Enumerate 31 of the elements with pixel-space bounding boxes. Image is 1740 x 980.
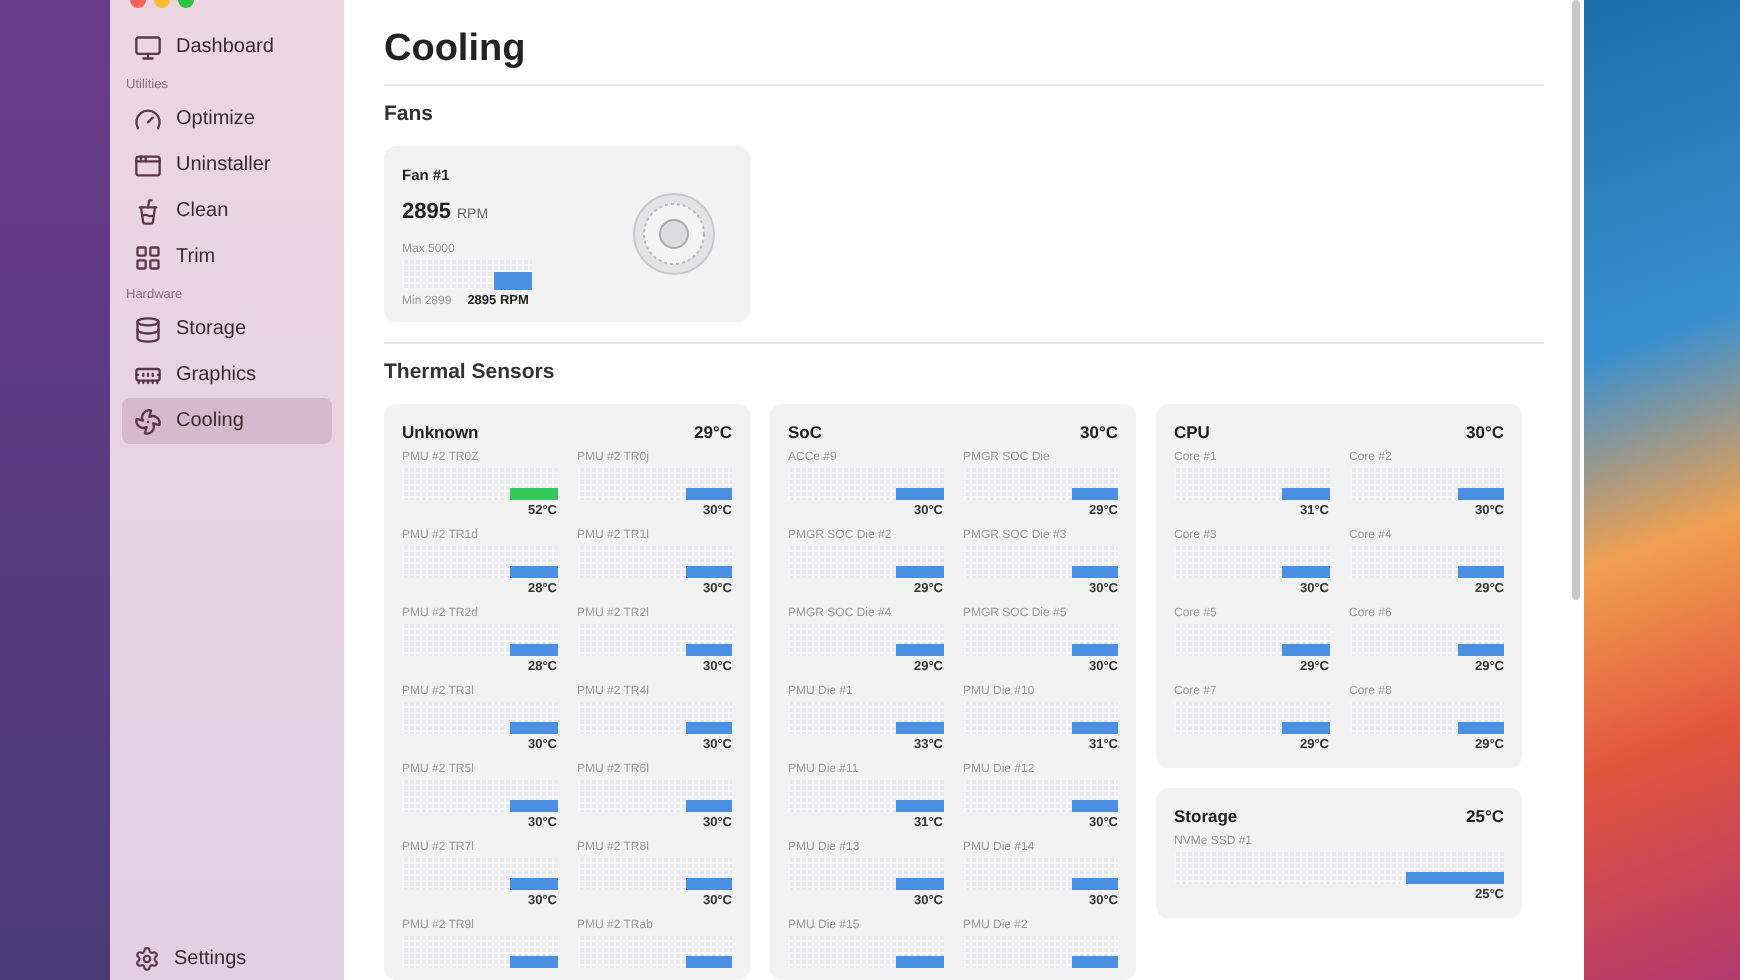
- section-heading: Fans: [384, 102, 436, 126]
- sidebar-item[interactable]: Dashboard: [122, 24, 332, 70]
- sidebar-item[interactable]: Uninstaller: [122, 142, 332, 188]
- settings-item[interactable]: Settings: [122, 946, 332, 980]
- sidebar-item[interactable]: Clean: [122, 188, 332, 234]
- fan-speed: 2895: [402, 200, 451, 224]
- group-name: SoC: [788, 422, 822, 442]
- group-temperature: 25°C: [1466, 806, 1504, 826]
- sidebar-icon: [134, 315, 162, 343]
- group-temperature: 30°C: [1080, 422, 1118, 442]
- group-temperature: 29°C: [694, 422, 732, 442]
- sidebar-item[interactable]: Optimize: [122, 96, 332, 142]
- page-title: Cooling: [384, 28, 1544, 86]
- group-name: CPU: [1174, 422, 1210, 442]
- fan-drawing: [632, 192, 716, 276]
- sidebar-icon: [134, 407, 162, 435]
- group-temperature: 30°C: [1466, 422, 1504, 442]
- group-name: Storage: [1174, 806, 1238, 826]
- fan-speed-graph: [402, 260, 532, 290]
- sidebar-item[interactable]: Storage: [122, 306, 332, 352]
- sidebar-item[interactable]: Cooling: [122, 398, 332, 444]
- sidebar-item[interactable]: Trim: [122, 234, 332, 280]
- sidebar-icon: [134, 197, 162, 225]
- sidebar-icon: [134, 33, 162, 61]
- section-heading: Thermal Sensors: [384, 360, 557, 384]
- sidebar-icon: [134, 151, 162, 179]
- group-name: Unknown: [402, 422, 479, 442]
- settings-icon: [134, 946, 160, 972]
- sidebar-item[interactable]: Graphics: [122, 352, 332, 398]
- sidebar-icon: [134, 105, 162, 133]
- sidebar-icon: [134, 243, 162, 271]
